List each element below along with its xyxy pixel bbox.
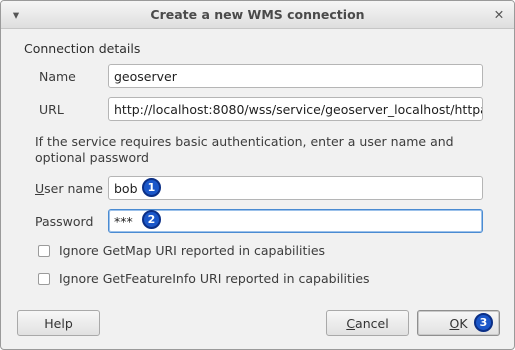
- url-field[interactable]: http://localhost:8080/wss/service/geoser…: [108, 97, 483, 121]
- dialog-title: Create a new WMS connection: [150, 7, 365, 22]
- marker-3: 3: [474, 313, 493, 332]
- name-field[interactable]: geoserver: [108, 64, 483, 88]
- ignore-getmap-option[interactable]: Ignore GetMap URI reported in capabiliti…: [38, 243, 325, 258]
- ignore-getmap-label: Ignore GetMap URI reported in capabiliti…: [59, 243, 326, 258]
- name-label: Name: [39, 69, 76, 84]
- auth-note: If the service requires basic authentica…: [35, 134, 454, 165]
- help-button[interactable]: Help: [17, 310, 100, 336]
- ignore-getmap-checkbox[interactable]: [38, 244, 50, 257]
- marker-1: 1: [142, 178, 161, 197]
- ignore-getfeatureinfo-checkbox[interactable]: [38, 272, 50, 285]
- title-bar[interactable]: ▾ Create a new WMS connection ✕: [1, 1, 514, 29]
- marker-2: 2: [142, 210, 161, 229]
- section-title: Connection details: [24, 41, 141, 56]
- wms-connection-dialog: ▾ Create a new WMS connection ✕ Connecti…: [0, 0, 515, 350]
- close-icon[interactable]: ✕: [491, 6, 507, 22]
- ignore-getfeatureinfo-option[interactable]: Ignore GetFeatureInfo URI reported in ca…: [38, 271, 370, 286]
- cancel-button[interactable]: Cancel: [326, 310, 409, 336]
- ignore-getfeatureinfo-label: Ignore GetFeatureInfo URI reported in ca…: [59, 271, 370, 286]
- password-field[interactable]: ***: [108, 209, 483, 233]
- username-field[interactable]: bob: [108, 176, 483, 200]
- password-label: Password: [35, 214, 94, 229]
- url-label: URL: [39, 102, 64, 117]
- username-label: User name: [35, 181, 103, 196]
